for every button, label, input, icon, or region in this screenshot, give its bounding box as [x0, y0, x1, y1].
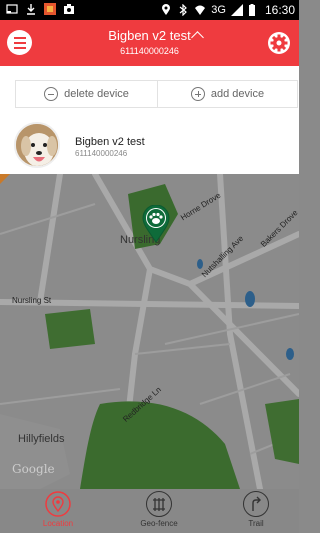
device-id: 611140000246: [75, 149, 128, 158]
nav-location-label: Location: [42, 519, 74, 528]
device-subtitle: 611140000246: [120, 46, 179, 56]
location-pin-icon: [45, 491, 71, 517]
paw-pin-icon: [142, 205, 170, 243]
add-device-button[interactable]: add device: [158, 80, 298, 108]
camera-icon: [63, 3, 75, 15]
bluetooth-icon: [177, 3, 189, 17]
nav-geo-fence-label: Geo-fence: [140, 519, 178, 528]
avatar: [14, 122, 60, 168]
nav-trail[interactable]: Trail: [216, 491, 296, 528]
street-label: Nursling St: [12, 296, 52, 305]
app-notification-icon: [44, 3, 56, 15]
system-icons: 3G 16:30: [160, 3, 295, 17]
battery-icon: [248, 4, 260, 16]
plus-circle-icon: [190, 87, 205, 101]
device-actions: delete device add device: [0, 66, 299, 116]
nav-location[interactable]: Location: [18, 491, 98, 528]
park-area: [45, 309, 95, 349]
delete-device-button[interactable]: delete device: [15, 80, 158, 108]
status-bar: 3G 16:30: [0, 0, 299, 20]
clock: 16:30: [264, 3, 295, 17]
network-type: 3G: [211, 4, 226, 16]
minus-circle-icon: [44, 87, 59, 101]
geo-fence-icon: [146, 491, 172, 517]
settings-button[interactable]: [267, 31, 291, 55]
dog-photo-icon: [16, 124, 58, 166]
map-view[interactable]: Horne Drove Bakers Drove Nutshalling Ave…: [0, 174, 299, 489]
bottom-navigation: Location Geo-fence Trail: [0, 489, 299, 533]
notification-icons: [6, 3, 75, 15]
location-status-icon: [160, 4, 172, 16]
nav-trail-label: Trail: [248, 519, 264, 528]
gear-icon: [268, 32, 290, 54]
add-device-label: add device: [210, 88, 265, 100]
device-title[interactable]: Bigben v2 test: [0, 28, 299, 43]
app-header: Bigben v2 test 611140000246: [0, 20, 299, 66]
delete-device-label: delete device: [64, 88, 129, 100]
device-list-item[interactable]: Bigben v2 test 611140000246: [0, 116, 299, 174]
download-icon: [25, 3, 37, 15]
screenshot-icon: [6, 3, 18, 15]
place-label: Hillyfields: [18, 433, 65, 445]
wifi-icon: [194, 4, 206, 16]
device-name: Bigben v2 test: [75, 136, 145, 148]
google-attribution: Google: [12, 462, 55, 476]
signal-icon: [230, 4, 243, 16]
nav-geo-fence[interactable]: Geo-fence: [119, 491, 199, 528]
trail-icon: [243, 491, 269, 517]
device-location-marker[interactable]: [141, 205, 171, 243]
